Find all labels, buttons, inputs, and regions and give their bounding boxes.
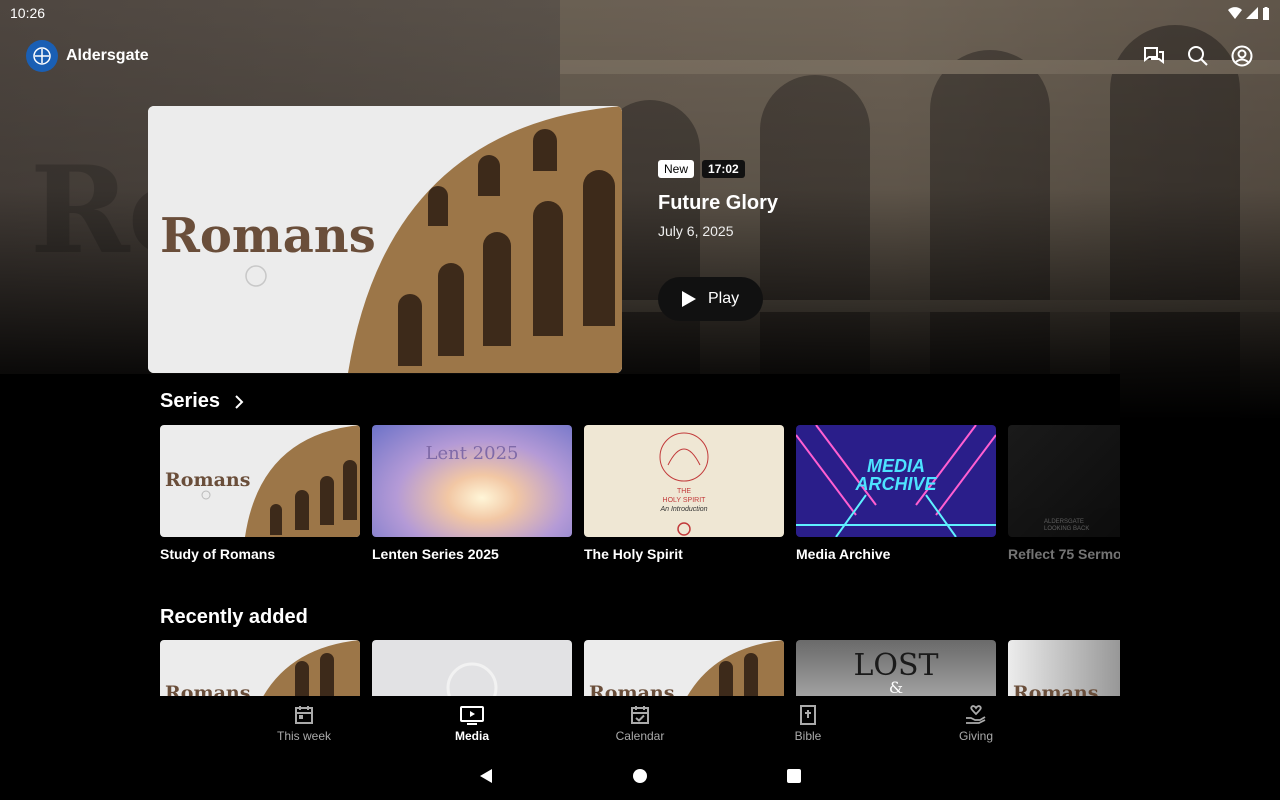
media-content[interactable]: Series Romans Study of Romans Lent 2025 … <box>0 374 1120 696</box>
recent-thumb: LOST & <box>796 640 996 696</box>
series-card-holy-spirit[interactable]: THE HOLY SPIRIT An Introduction The Holy… <box>584 425 784 562</box>
featured-title: Future Glory <box>658 192 779 214</box>
nav-label: Giving <box>958 729 993 743</box>
series-art-line1: THE <box>677 488 691 495</box>
play-button[interactable]: Play <box>658 277 763 321</box>
app-bar: Aldersgate <box>0 34 1280 78</box>
recent-art-2: & <box>888 678 904 696</box>
back-icon[interactable] <box>478 768 494 784</box>
series-thumb-media-archive: MEDIA ARCHIVE <box>796 425 996 537</box>
recent-heading: Recently added <box>160 606 308 628</box>
series-row: Romans Study of Romans Lent 2025 Lenten … <box>160 425 1120 562</box>
brand[interactable]: Aldersgate <box>26 40 149 72</box>
recent-card[interactable]: LOST & <box>796 640 996 696</box>
chat-icon[interactable] <box>1142 44 1166 68</box>
recents-icon[interactable] <box>786 768 802 784</box>
featured-art-title: Romans <box>160 208 376 264</box>
series-header[interactable]: Series <box>160 390 244 413</box>
series-card-media-archive[interactable]: MEDIA ARCHIVE Media Archive <box>796 425 996 562</box>
series-card-reflect[interactable]: ALDERSGATE LOOKING BACK Reflect 75 Sermo <box>1008 425 1120 562</box>
duration-badge: 17:02 <box>702 160 745 178</box>
series-thumb-romans: Romans <box>160 425 360 537</box>
series-card-romans[interactable]: Romans Study of Romans <box>160 425 360 562</box>
chevron-right-icon <box>235 394 244 409</box>
recent-thumb: Romans <box>160 640 360 696</box>
church-logo-icon <box>26 40 58 72</box>
play-label: Play <box>708 290 740 307</box>
recent-card[interactable]: Romans <box>584 640 784 696</box>
recent-art: Romans <box>589 682 675 696</box>
series-thumb-lent: Lent 2025 <box>372 425 572 537</box>
recent-thumb: Romans <box>1008 640 1120 696</box>
account-icon[interactable] <box>1230 44 1254 68</box>
status-time: 10:26 <box>10 5 46 21</box>
recent-art: Romans <box>1013 682 1099 696</box>
nav-label: Calendar <box>615 729 665 743</box>
series-art-lent: Lent 2025 <box>425 443 519 464</box>
status-bar: 10:26 <box>0 0 1280 26</box>
recent-card[interactable] <box>372 640 572 696</box>
series-art-line1: MEDIA <box>867 456 925 476</box>
series-heading: Series <box>160 390 221 412</box>
series-card-lent[interactable]: Lent 2025 Lenten Series 2025 <box>372 425 572 562</box>
recent-art: Romans <box>165 682 251 696</box>
series-thumb-holy-spirit: THE HOLY SPIRIT An Introduction <box>584 425 784 537</box>
recent-card[interactable]: Romans <box>1008 640 1120 696</box>
signal-icon <box>1246 7 1258 19</box>
wifi-icon <box>1228 7 1242 19</box>
giving-icon <box>966 705 986 724</box>
recent-thumb <box>372 640 572 696</box>
nav-label: Media <box>454 729 489 743</box>
bottom-navigation: This week Media Calendar Bible Giving <box>0 696 1280 752</box>
nav-calendar[interactable]: Calendar <box>556 696 724 752</box>
nav-label: Bible <box>794 729 822 743</box>
series-label: Reflect 75 Sermo <box>1008 546 1120 562</box>
series-art-romans: Romans <box>165 469 251 491</box>
recent-card[interactable]: Romans <box>160 640 360 696</box>
recent-header: Recently added <box>160 606 308 629</box>
bible-icon <box>800 705 816 725</box>
search-icon[interactable] <box>1186 44 1210 68</box>
series-art-line3: An Introduction <box>660 506 708 513</box>
play-icon <box>682 291 696 307</box>
nav-giving[interactable]: Giving <box>892 696 1060 752</box>
system-navigation <box>0 752 1280 800</box>
series-label: Study of Romans <box>160 546 276 562</box>
series-label: The Holy Spirit <box>584 546 683 562</box>
recent-thumb: Romans <box>584 640 784 696</box>
nav-bible[interactable]: Bible <box>724 696 892 752</box>
new-badge: New <box>658 160 695 178</box>
series-art-line2: HOLY SPIRIT <box>662 497 706 504</box>
featured-date: July 6, 2025 <box>658 223 734 239</box>
calendar-check-icon <box>631 706 649 724</box>
nav-label: This week <box>276 729 332 743</box>
series-thumb-reflect: ALDERSGATE LOOKING BACK <box>1008 425 1120 537</box>
series-art-line2: LOOKING BACK <box>1044 526 1090 532</box>
nav-media[interactable]: Media <box>388 696 556 752</box>
series-label: Lenten Series 2025 <box>372 546 499 562</box>
series-art-line2: ARCHIVE <box>855 474 937 494</box>
series-art-line1: ALDERSGATE <box>1044 519 1084 525</box>
series-label: Media Archive <box>796 546 891 562</box>
calendar-icon <box>295 706 313 724</box>
featured-artwork[interactable]: Romans <box>148 106 622 373</box>
battery-icon <box>1263 6 1269 20</box>
home-icon[interactable] <box>632 768 648 784</box>
nav-this-week[interactable]: This week <box>220 696 388 752</box>
recent-row: Romans Romans LOST & Romans <box>160 640 1120 696</box>
media-icon <box>460 706 484 725</box>
app-name: Aldersgate <box>66 47 149 64</box>
featured-details: New 17:02 Future Glory July 6, 2025 Play <box>658 160 778 321</box>
